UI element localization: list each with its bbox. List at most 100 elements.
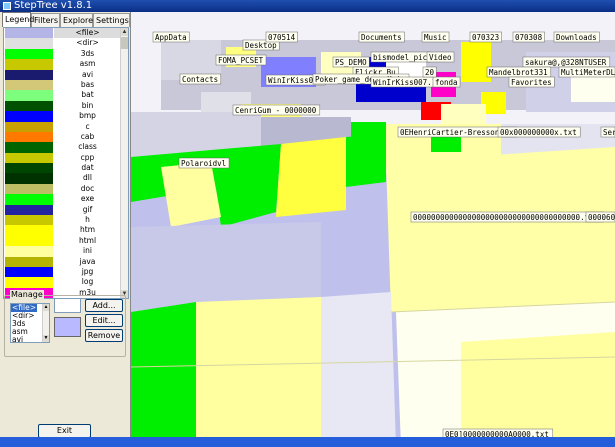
scroll-up-icon[interactable]: ▲	[121, 28, 128, 36]
legend-row[interactable]: html	[4, 235, 121, 247]
left-panel: Legend Filters Explore Settings <file> <d…	[0, 12, 131, 447]
color-preview-swatch[interactable]	[54, 317, 81, 337]
folder-label[interactable]: Downloads	[553, 31, 600, 43]
folder-label[interactable]: 070514	[265, 31, 298, 43]
legend-list[interactable]: <file> <dir> 3ds asm avi bas bat bin bmp c cab clas…	[3, 27, 129, 299]
manage-label: Manage	[10, 290, 44, 299]
folder-label[interactable]: Favorites	[508, 76, 555, 88]
treemap-scene[interactable]: AppData Desktop070514 Documents Music 070323…	[131, 12, 615, 447]
legend-row[interactable]: dll	[4, 173, 121, 184]
legend-color-swatch	[5, 225, 53, 236]
folder-label-text: fonda	[435, 78, 458, 87]
folder-label[interactable]: 070323	[469, 31, 502, 43]
legend-row[interactable]: ini	[4, 246, 121, 257]
manage-group: Manage <file> <dir> 3ds asm avi ▲ ▼ Add.…	[4, 290, 126, 357]
scene-block	[131, 302, 196, 447]
folder-label[interactable]: Mandelbrot331	[486, 66, 552, 78]
legend-label: h	[85, 215, 90, 225]
exit-button[interactable]: Exit	[38, 424, 91, 438]
legend-label: dat	[81, 163, 94, 173]
legend-label: class	[78, 142, 97, 152]
color-preview-empty	[54, 298, 81, 313]
folder-label[interactable]: MultiMeterDL	[558, 66, 615, 78]
tab-explore[interactable]: Explore	[60, 13, 93, 27]
legend-label: gif	[82, 204, 93, 214]
legend-row[interactable]: cab	[4, 131, 121, 143]
legend-row[interactable]: dat	[4, 163, 121, 174]
add-button[interactable]: Add...	[85, 299, 123, 312]
legend-row[interactable]: bat	[4, 90, 121, 101]
legend-row[interactable]: <file>	[4, 28, 121, 39]
legend-scrollbar[interactable]: ▲ ▼	[120, 28, 128, 298]
legend-label: <dir>	[76, 38, 99, 48]
legend-row[interactable]: doc	[4, 183, 121, 195]
legend-label: doc	[80, 183, 95, 193]
legend-row[interactable]: class	[4, 142, 121, 153]
legend-row[interactable]: asm	[4, 59, 121, 70]
legend-row[interactable]: 3ds	[4, 48, 121, 60]
legend-label: bas	[80, 79, 95, 89]
legend-row[interactable]: c	[4, 121, 121, 132]
remove-button[interactable]: Remove	[85, 329, 123, 342]
legend-row[interactable]: gif	[4, 204, 121, 216]
legend-row[interactable]: <dir>	[4, 38, 121, 49]
legend-row[interactable]: jpg	[4, 266, 121, 278]
folder-label[interactable]: AppData	[152, 31, 190, 43]
edit-button[interactable]: Edit...	[85, 314, 123, 327]
scroll-down-icon[interactable]: ▼	[43, 335, 49, 342]
folder-label-text: PS_DEMO	[335, 58, 367, 67]
legend-label: exe	[80, 194, 95, 204]
scroll-thumb[interactable]	[121, 37, 128, 49]
legend-row[interactable]: cpp	[4, 152, 121, 164]
folder-label[interactable]: sakura@,@328NTUSER	[522, 56, 611, 68]
legend-row[interactable]: java	[4, 256, 121, 267]
folder-label[interactable]: fonda	[432, 76, 461, 88]
legend-row[interactable]: htm	[4, 225, 121, 236]
folder-label[interactable]: WinIrKiss007.1	[370, 76, 440, 88]
folder-label[interactable]: Music	[421, 31, 450, 43]
legend-row[interactable]: log	[4, 277, 121, 288]
legend-color-swatch	[5, 215, 53, 226]
folder-label[interactable]: Ser	[600, 126, 615, 138]
folder-label-text: Downloads	[556, 33, 597, 42]
tab-filters[interactable]: Filters	[31, 13, 60, 27]
folder-label[interactable]: Video	[426, 51, 455, 63]
folder-label[interactable]: CenriGum - 0000000	[232, 104, 321, 116]
scroll-up-icon[interactable]: ▲	[43, 304, 49, 311]
folder-label[interactable]: 070308	[512, 31, 545, 43]
legend-row[interactable]: h	[4, 215, 121, 226]
legend-color-swatch	[5, 142, 53, 153]
folder-label[interactable]: 0000600	[585, 211, 615, 223]
legend-row[interactable]: exe	[4, 194, 121, 205]
legend-row[interactable]: bmp	[4, 111, 121, 122]
folder-label[interactable]: 00x000000000x.txt	[497, 126, 581, 138]
folder-label[interactable]: Polaroidvl	[178, 157, 230, 169]
scene-block	[461, 42, 491, 82]
folder-label[interactable]: PS_DEMO	[332, 56, 370, 68]
legend-row[interactable]: avi	[4, 69, 121, 80]
folder-label[interactable]: bismodel_pic	[370, 51, 431, 63]
folder-label[interactable]: 0000000000000000000000000000000000000.tx…	[410, 211, 604, 223]
legend-color-swatch	[5, 163, 53, 174]
folder-label[interactable]: Documents	[358, 31, 405, 43]
legend-color-swatch	[5, 59, 53, 70]
folder-label-text: 070514	[268, 33, 296, 42]
scene-block	[386, 147, 615, 312]
folder-label[interactable]: 20	[422, 66, 437, 78]
manage-scrollbar[interactable]: ▲ ▼	[42, 304, 49, 342]
manage-list[interactable]: <file> <dir> 3ds asm avi ▲ ▼	[10, 303, 50, 343]
folder-label-text: Mandelbrot331	[489, 68, 548, 77]
folder-label[interactable]: Contacts	[179, 73, 222, 85]
legend-label: cpp	[80, 152, 95, 162]
scene-block	[196, 297, 321, 447]
tab-settings[interactable]: Settings	[93, 13, 130, 27]
legend-row[interactable]: bas	[4, 79, 121, 91]
legend-label: bin	[81, 100, 94, 110]
legend-label: jpg	[81, 266, 94, 276]
legend-row[interactable]: bin	[4, 100, 121, 112]
treemap-3d-viewport[interactable]: AppData Desktop 070514 Documents Music 070323…	[131, 12, 615, 447]
folder-label[interactable]: FOMA_PCSET	[215, 54, 267, 66]
legend-label: bmp	[79, 111, 96, 121]
folder-label-text: AppData	[155, 33, 187, 42]
tab-legend[interactable]: Legend	[2, 12, 34, 27]
